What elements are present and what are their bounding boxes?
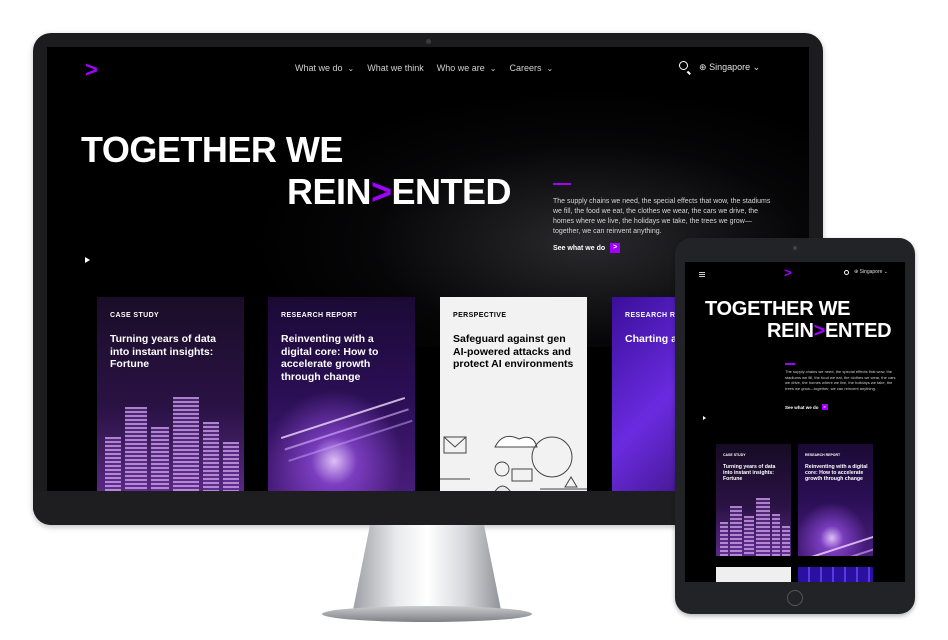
city-illustration xyxy=(716,494,791,556)
card-preview[interactable] xyxy=(798,567,873,582)
logo[interactable]: > xyxy=(85,57,98,83)
monitor-stand xyxy=(352,525,502,615)
card-tag: CASE STUDY xyxy=(723,453,746,457)
card-title: Turning years of data into instant insig… xyxy=(110,333,216,370)
search-icon[interactable] xyxy=(844,270,849,275)
play-icon[interactable] xyxy=(85,257,90,263)
card-research-report[interactable]: RESEARCH REPORT Reinventing with a digit… xyxy=(268,297,415,491)
card-case-study[interactable]: CASE STUDY Turning years of data into in… xyxy=(716,444,791,556)
card-title: Safeguard against gen AI-powered attacks… xyxy=(453,333,574,370)
card-tag: RESEARCH REPORT xyxy=(805,453,841,457)
menu-icon[interactable] xyxy=(699,272,705,273)
monitor-stand-base xyxy=(322,606,532,622)
chevron-logo-icon: > xyxy=(371,171,392,212)
card-title: Reinventing with a digital core: How to … xyxy=(281,333,379,383)
arrow-right-icon: > xyxy=(821,404,828,410)
chevron-down-icon: ⌄ xyxy=(546,64,554,73)
nav-item-label: What we think xyxy=(367,63,424,73)
nav-item-what-we-think[interactable]: What we think xyxy=(367,63,424,73)
hero-description: The supply chains we need, the special e… xyxy=(553,198,771,235)
locale-selector[interactable]: ⊕ Singapore ⌄ xyxy=(854,269,888,275)
hero-title-part: REIN xyxy=(767,320,814,342)
security-sketch-illustration xyxy=(440,435,587,491)
chevron-down-icon: ⌄ xyxy=(489,64,497,73)
camera xyxy=(426,39,431,44)
nav-item-careers[interactable]: Careers ⌄ xyxy=(510,63,554,73)
nav-item-label: Careers xyxy=(509,63,542,73)
hero-title-part: REIN xyxy=(287,171,372,212)
main-nav: What we do ⌄ What we think Who we are ⌄ Ca… xyxy=(295,63,553,73)
chevron-logo-icon: > xyxy=(813,320,826,342)
hero-title-part: ENTED xyxy=(391,171,512,212)
card-preview[interactable] xyxy=(716,567,791,582)
card-tag: CASE STUDY xyxy=(110,312,160,319)
cta-label: See what we do xyxy=(553,244,606,252)
city-illustration xyxy=(97,387,244,491)
tablet-screen: > ⊕ Singapore ⌄ TOGETHER WE REIN>ENTED T… xyxy=(685,262,905,582)
search-icon[interactable] xyxy=(679,61,688,70)
see-what-we-do-link[interactable]: See what we do > xyxy=(785,404,828,410)
tablet-device: > ⊕ Singapore ⌄ TOGETHER WE REIN>ENTED T… xyxy=(675,238,915,614)
card-title: Turning years of data into instant insig… xyxy=(723,464,776,483)
locale-label: Singapore xyxy=(709,62,751,72)
chevron-down-icon: ⌄ xyxy=(883,269,888,275)
locale-label: Singapore xyxy=(859,269,883,275)
hero-title-line2: REIN>ENTED xyxy=(767,320,892,343)
nav-item-what-we-do[interactable]: What we do ⌄ xyxy=(295,63,354,73)
hero-title-line1: TOGETHER WE xyxy=(81,129,343,170)
nav-item-label: Who we are xyxy=(436,63,485,73)
arrow-right-icon: > xyxy=(610,243,621,253)
globe-icon: ⊕ xyxy=(854,269,859,275)
hero-title-line2: REIN>ENTED xyxy=(287,171,512,213)
logo[interactable]: > xyxy=(784,265,792,280)
globe-icon: ⊕ xyxy=(699,62,707,72)
card-tag: RESEARCH REPORT xyxy=(281,312,358,319)
cta-label: See what we do xyxy=(785,404,819,410)
light-streak-illustration xyxy=(268,377,415,491)
camera xyxy=(793,246,797,250)
nav-item-who-we-are[interactable]: Who we are ⌄ xyxy=(437,63,497,73)
locale-selector[interactable]: ⊕ Singapore ⌄ xyxy=(699,62,760,73)
card-research-report[interactable]: RESEARCH REPORT Reinventing with a digit… xyxy=(798,444,873,556)
chevron-down-icon: ⌄ xyxy=(752,62,761,72)
accent-dash xyxy=(553,183,571,185)
hero-title-part: ENTED xyxy=(824,320,892,342)
chevron-down-icon: ⌄ xyxy=(347,64,355,73)
see-what-we-do-link[interactable]: See what we do > xyxy=(553,243,621,253)
accent-dash xyxy=(785,363,795,365)
hero-description: The supply chains we need, the special e… xyxy=(785,369,896,391)
light-streak-illustration xyxy=(798,496,873,556)
play-icon[interactable] xyxy=(703,416,706,420)
hero-title-line1: TOGETHER WE xyxy=(705,298,851,320)
card-tag: RESEARCH RE xyxy=(625,312,681,319)
card-title: Reinventing with a digital core: How to … xyxy=(805,464,868,483)
card-case-study[interactable]: CASE STUDY Turning years of data into in… xyxy=(97,297,244,491)
card-perspective[interactable]: PERSPECTIVE Safeguard against gen AI-pow… xyxy=(440,297,587,491)
nav-item-label: What we do xyxy=(295,63,343,73)
home-button[interactable] xyxy=(787,590,803,606)
card-tag: PERSPECTIVE xyxy=(453,312,507,319)
